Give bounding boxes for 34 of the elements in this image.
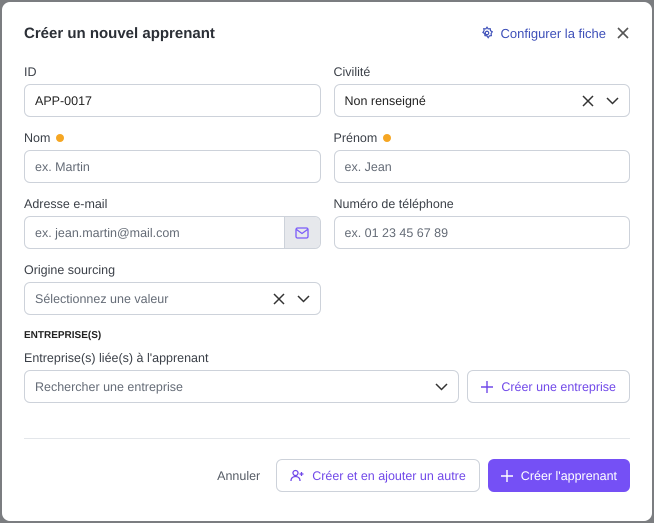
chevron-down-icon[interactable] (606, 96, 619, 104)
create-learner-button[interactable]: Créer l'apprenant (488, 459, 630, 492)
input-field[interactable]: ex. Martin (24, 150, 320, 183)
section-heading: ENTREPRISE(S) (24, 330, 102, 341)
clear-icon[interactable] (272, 292, 284, 304)
field-label: ID (24, 65, 36, 79)
field-label: Prénom (334, 131, 378, 145)
field-label: Numéro de téléphone (334, 197, 454, 211)
gear-icon (480, 26, 494, 40)
close-button[interactable] (616, 26, 630, 40)
field-label: Entreprise(s) liée(s) à l'apprenant (24, 351, 208, 365)
plus-icon (500, 470, 513, 482)
field-label: Origine sourcing (24, 263, 116, 277)
input-field[interactable]: ex. Jean (334, 150, 630, 183)
cancel-button[interactable]: Annuler (209, 468, 268, 482)
field-label: Adresse e-mail (24, 197, 108, 211)
select-field[interactable]: Non renseigné (334, 84, 630, 117)
company-search-field[interactable]: Rechercher une entreprise (24, 370, 460, 403)
field-label: Civilité (334, 65, 370, 79)
create-and-add-button[interactable]: Créer et en ajouter un autre (276, 459, 480, 492)
add-user-icon (290, 469, 304, 482)
mail-icon (284, 217, 320, 248)
plus-icon (481, 380, 494, 392)
input-field[interactable]: ex. 01 23 45 67 89 (334, 216, 630, 249)
configure-link[interactable]: Configurer la fiche (480, 26, 606, 40)
input-field[interactable]: APP-0017 (24, 84, 320, 117)
email-field[interactable]: ex. jean.martin@mail.com (24, 216, 320, 249)
chevron-down-icon[interactable] (435, 382, 448, 390)
create-company-button[interactable]: Créer une entreprise (467, 370, 630, 403)
chevron-down-icon[interactable] (296, 294, 310, 302)
field-label: Nom (24, 131, 50, 145)
clear-icon[interactable] (582, 94, 594, 106)
select-field[interactable]: Sélectionnez une valeur (24, 282, 320, 315)
dialog-title: Créer un nouvel apprenant (24, 24, 216, 42)
